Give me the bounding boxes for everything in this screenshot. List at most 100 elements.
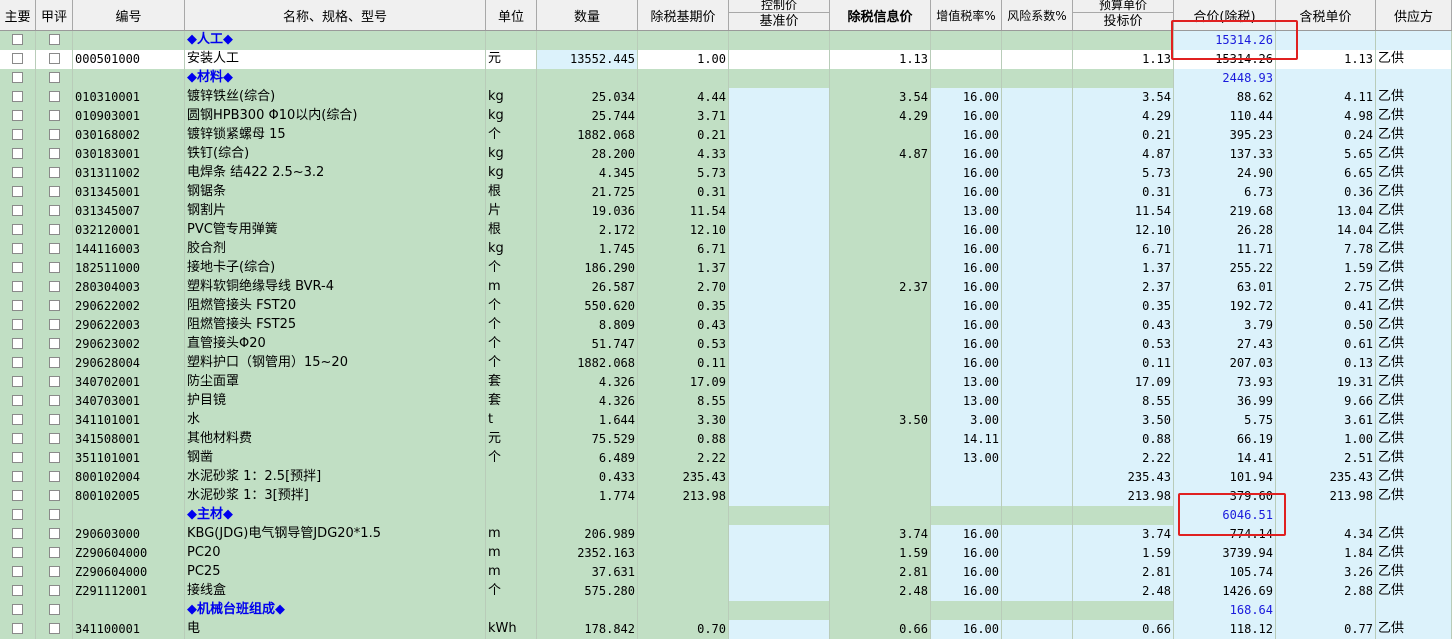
cell-supplier[interactable]: 乙供 — [1376, 50, 1452, 69]
cell-total[interactable]: 168.64 — [1174, 601, 1276, 620]
cell-unit[interactable]: 个 — [486, 354, 537, 373]
zhuyao-checkbox[interactable] — [12, 414, 23, 425]
cell-code[interactable]: Z290604000 — [73, 563, 185, 582]
cell-code[interactable]: 010310001 — [73, 88, 185, 107]
cell-info[interactable] — [830, 335, 931, 354]
zhuyao-cell[interactable] — [0, 373, 36, 392]
cell-info[interactable] — [830, 183, 931, 202]
cell-risk[interactable] — [1002, 411, 1073, 430]
jiaping-checkbox[interactable] — [49, 186, 60, 197]
cell-name[interactable]: 圆钢HPB300 Φ10以内(综合) — [185, 107, 486, 126]
cell-code[interactable]: 340703001 — [73, 392, 185, 411]
cell-code[interactable] — [73, 69, 185, 88]
cell-info[interactable] — [830, 373, 931, 392]
jiaping-cell[interactable] — [36, 278, 73, 297]
cell-vat[interactable]: 16.00 — [931, 183, 1002, 202]
table-row[interactable]: 010310001 镀锌铁丝(综合) kg 25.034 4.44 3.54 16.00 3.… — [0, 88, 1452, 107]
cell-unit[interactable]: 根 — [486, 183, 537, 202]
cell-tax-unit[interactable]: 19.31 — [1276, 373, 1376, 392]
cell-total[interactable]: 15314.26 — [1174, 50, 1276, 69]
cell-code[interactable]: 280304003 — [73, 278, 185, 297]
cell-risk[interactable] — [1002, 582, 1073, 601]
cell-tax-unit[interactable]: 0.61 — [1276, 335, 1376, 354]
header-risk[interactable]: 风险系数% — [1002, 0, 1073, 30]
cell-risk[interactable] — [1002, 449, 1073, 468]
cell-code[interactable]: 341101001 — [73, 411, 185, 430]
zhuyao-checkbox[interactable] — [12, 53, 23, 64]
cell-unit[interactable] — [486, 487, 537, 506]
cell-supplier[interactable]: 乙供 — [1376, 278, 1452, 297]
jiaping-cell[interactable] — [36, 88, 73, 107]
table-row[interactable]: 032120001 PVC管专用弹簧根 2.172 12.10 16.00 12.10 26… — [0, 221, 1452, 240]
header-tax-unit[interactable]: 含税单价 — [1276, 0, 1376, 30]
cell-name[interactable]: 塑料护口（钢管用）15~20 — [185, 354, 486, 373]
header-vat[interactable]: 增值税率% — [931, 0, 1002, 30]
cell-info[interactable] — [830, 316, 931, 335]
cell-risk[interactable] — [1002, 563, 1073, 582]
cell-supplier[interactable]: 乙供 — [1376, 164, 1452, 183]
cell-code[interactable]: 290622002 — [73, 297, 185, 316]
cell-vat[interactable]: 14.11 — [931, 430, 1002, 449]
cell-ctrl[interactable] — [729, 544, 830, 563]
cell-info[interactable] — [830, 69, 931, 88]
jiaping-checkbox[interactable] — [49, 129, 60, 140]
cell-base[interactable]: 5.73 — [638, 164, 729, 183]
cell-supplier[interactable]: 乙供 — [1376, 544, 1452, 563]
zhuyao-checkbox[interactable] — [12, 319, 23, 330]
cell-qty[interactable] — [537, 69, 638, 88]
cell-supplier[interactable]: 乙供 — [1376, 240, 1452, 259]
cell-qty[interactable]: 4.326 — [537, 373, 638, 392]
cell-vat[interactable] — [931, 69, 1002, 88]
cell-qty[interactable]: 1.644 — [537, 411, 638, 430]
cell-qty[interactable]: 25.744 — [537, 107, 638, 126]
zhuyao-checkbox[interactable] — [12, 395, 23, 406]
cell-tax-unit[interactable] — [1276, 506, 1376, 525]
cell-ctrl[interactable] — [729, 297, 830, 316]
cell-name[interactable]: 铁钉(综合) — [185, 145, 486, 164]
jiaping-checkbox[interactable] — [49, 224, 60, 235]
jiaping-checkbox[interactable] — [49, 300, 60, 311]
cell-name[interactable]: 钢凿 — [185, 449, 486, 468]
cell-tax-unit[interactable]: 1.59 — [1276, 259, 1376, 278]
table-row[interactable]: 290628004 塑料护口（钢管用）15~20 个 1882.068 0.11 16.0… — [0, 354, 1452, 373]
cell-budget[interactable]: 4.29 — [1073, 107, 1174, 126]
jiaping-cell[interactable] — [36, 31, 73, 50]
cell-vat[interactable]: 16.00 — [931, 88, 1002, 107]
header-budget[interactable]: 预算单价 投标价 — [1073, 0, 1174, 30]
cell-supplier[interactable]: 乙供 — [1376, 449, 1452, 468]
cell-ctrl[interactable] — [729, 183, 830, 202]
cell-code[interactable]: 341508001 — [73, 430, 185, 449]
zhuyao-cell[interactable] — [0, 31, 36, 50]
jiaping-cell[interactable] — [36, 335, 73, 354]
jiaping-checkbox[interactable] — [49, 91, 60, 102]
cell-risk[interactable] — [1002, 126, 1073, 145]
cell-ctrl[interactable] — [729, 107, 830, 126]
cell-total[interactable]: 137.33 — [1174, 145, 1276, 164]
cell-budget[interactable]: 0.21 — [1073, 126, 1174, 145]
cell-supplier[interactable]: 乙供 — [1376, 126, 1452, 145]
cell-vat[interactable] — [931, 31, 1002, 50]
jiaping-cell[interactable] — [36, 373, 73, 392]
cell-tax-unit[interactable] — [1276, 69, 1376, 88]
table-row[interactable]: 351101001 钢凿个 6.489 2.22 13.00 2.22 14.41 2.51 乙… — [0, 449, 1452, 468]
cell-supplier[interactable]: 乙供 — [1376, 183, 1452, 202]
cell-total[interactable]: 110.44 — [1174, 107, 1276, 126]
cell-name[interactable]: 防尘面罩 — [185, 373, 486, 392]
cell-tax-unit[interactable]: 13.04 — [1276, 202, 1376, 221]
table-row[interactable]: 341100001 电 kWh 178.842 0.70 0.66 16.00 0.66 118… — [0, 620, 1452, 639]
cell-info[interactable]: 4.29 — [830, 107, 931, 126]
table-row[interactable]: Z290604000 PC20 m 2352.163 1.59 16.00 1.59 3739… — [0, 544, 1452, 563]
cell-ctrl[interactable] — [729, 449, 830, 468]
cell-name[interactable]: 胶合剂 — [185, 240, 486, 259]
jiaping-cell[interactable] — [36, 126, 73, 145]
zhuyao-cell[interactable] — [0, 601, 36, 620]
cell-total[interactable]: 26.28 — [1174, 221, 1276, 240]
cell-risk[interactable] — [1002, 31, 1073, 50]
jiaping-checkbox[interactable] — [49, 547, 60, 558]
cell-tax-unit[interactable] — [1276, 601, 1376, 620]
cell-supplier[interactable] — [1376, 506, 1452, 525]
cell-base[interactable]: 4.44 — [638, 88, 729, 107]
cell-info[interactable] — [830, 31, 931, 50]
cell-total[interactable]: 66.19 — [1174, 430, 1276, 449]
cell-code[interactable]: 031345007 — [73, 202, 185, 221]
